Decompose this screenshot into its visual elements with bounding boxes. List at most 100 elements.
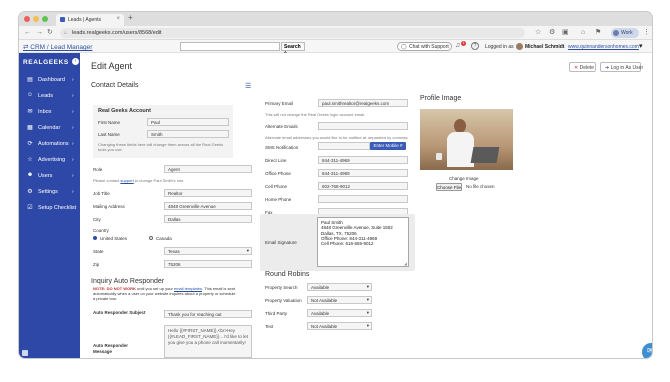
new-tab-icon[interactable]: + xyxy=(128,13,133,22)
third-party-select[interactable]: Available ▾ xyxy=(307,309,372,317)
country-radio-canada[interactable] xyxy=(149,236,153,240)
close-window-dot[interactable] xyxy=(24,16,30,22)
forward-icon[interactable]: → xyxy=(36,29,43,37)
sidebar-item-setup-checklist[interactable]: ☑ Setup Checklist xyxy=(26,204,80,214)
country-radio-united-states[interactable] xyxy=(93,236,97,240)
bookmark-star-icon[interactable]: ☆ xyxy=(535,29,541,37)
chat-bubble-button[interactable]: ✉ xyxy=(642,343,652,358)
zip-field[interactable]: 75206 xyxy=(164,260,252,268)
change-image-label: Change Image xyxy=(449,176,479,181)
notification-badge: 1 xyxy=(461,41,466,46)
cell-phone-label: Cell Phone xyxy=(265,184,288,189)
sidebar-item-leads[interactable]: ☺ Leads › xyxy=(26,92,80,102)
state-select[interactable]: Texas ▾ xyxy=(164,247,252,255)
mailing-address-field[interactable]: 4848 Greenville Avenue xyxy=(164,202,252,210)
choose-file-button[interactable]: Choose File xyxy=(436,183,462,191)
close-tab-icon[interactable]: × xyxy=(116,16,120,22)
chevron-right-icon: › xyxy=(72,109,74,115)
search-button[interactable]: Search ⌕ xyxy=(281,42,305,56)
notification-bell-icon[interactable]: ♫ xyxy=(455,42,460,49)
url-field[interactable]: ⌂ leads.realgeeks.com/users/8568/edit xyxy=(60,28,525,38)
profile-icon[interactable]: ⚑ xyxy=(595,29,601,37)
sidebar-item-calendar[interactable]: ▦ Calendar › xyxy=(26,124,80,134)
round-robin-value: Not Available xyxy=(311,324,338,329)
chevron-down-icon: ▾ xyxy=(366,284,369,289)
minimize-window-dot[interactable] xyxy=(33,16,39,22)
delete-button[interactable]: ✕ Delete xyxy=(569,62,596,72)
role-field[interactable]: Agent xyxy=(164,165,252,173)
chevron-down-icon: ▾ xyxy=(246,248,249,253)
sidebar-item-settings[interactable]: ⚙ Settings › xyxy=(26,188,80,198)
calendar-icon: ▦ xyxy=(27,125,33,131)
city-field[interactable]: Dallas xyxy=(164,215,252,223)
user-name[interactable]: Michael Schmidt xyxy=(525,44,564,50)
maximize-window-dot[interactable] xyxy=(42,16,48,22)
text-select[interactable]: Not Available ▾ xyxy=(307,322,372,330)
chevron-right-icon: › xyxy=(72,77,74,83)
caret-down-icon[interactable]: ▾ xyxy=(639,42,643,50)
auto-responder-subject-field[interactable]: Thank you for reaching out xyxy=(164,310,252,318)
sidebar-item-label: Inbox xyxy=(38,109,52,115)
automation-icon: ⟳ xyxy=(27,141,33,147)
resize-handle-icon[interactable]: ◢ xyxy=(404,261,407,266)
crm-lead-manager-link[interactable]: ⇄ CRM / Lead Manager xyxy=(23,43,92,51)
sidebar-item-users[interactable]: ☻ Users › xyxy=(26,172,80,182)
back-icon[interactable]: ← xyxy=(24,29,31,37)
realgeeks-logo[interactable]: REALGEEKS xyxy=(23,59,69,66)
auto-responder-message-field[interactable]: Hello {{#FIRST_NAME}},<br>Hey {{#LEAD_FI… xyxy=(164,325,252,358)
office-phone-field[interactable]: 844-311-4969 xyxy=(318,169,408,177)
sms-notification-field[interactable] xyxy=(318,142,370,150)
sidebar-item-advertising[interactable]: ☆ Advertising › xyxy=(26,156,80,166)
work-profile-button[interactable]: Work xyxy=(611,28,639,38)
first-name-field[interactable]: Paul xyxy=(147,118,229,126)
mailing-address-label: Mailing Address xyxy=(93,204,125,209)
help-icon[interactable]: ? xyxy=(471,42,479,50)
extensions-puzzle-icon[interactable]: ▣ xyxy=(562,29,569,37)
cell-phone-field[interactable]: 602-768-9012 xyxy=(318,182,408,190)
primary-email-field[interactable]: paul.smithrealtor@realgeeks.com xyxy=(318,99,408,107)
collapse-sidebar-icon[interactable]: ‹ xyxy=(72,58,79,65)
browser-tab[interactable]: Leads | Agents × xyxy=(56,14,124,26)
email-signature-field[interactable]: Paul Smith 4848 Greenville Avenue, Suite… xyxy=(317,217,409,267)
enter-mobile-button[interactable]: Enter Mobile # xyxy=(370,142,406,150)
more-menu-icon[interactable]: ⋮ xyxy=(643,29,650,37)
chat-with-support-button[interactable]: ◯ Chat with Support xyxy=(397,42,452,51)
property-search-select[interactable]: Available ▾ xyxy=(307,283,372,291)
alternate-emails-hint: Alternate email addresses you would like… xyxy=(265,135,409,140)
role-hint-pre: Please contact xyxy=(93,178,120,183)
sidebar-footer-icon[interactable] xyxy=(22,350,28,356)
zip-label: Zip xyxy=(93,262,100,267)
delete-button-label: Delete xyxy=(579,65,595,71)
last-name-field[interactable]: Smith xyxy=(147,130,229,138)
home-phone-field[interactable] xyxy=(318,195,408,203)
website-link[interactable]: www.quinnandersonhomes.com xyxy=(568,44,639,50)
primary-email-hint: This will not change the Real Geeks logi… xyxy=(265,112,366,117)
sidebar-item-label: Calendar xyxy=(38,125,61,131)
gear-icon: ⚙ xyxy=(27,189,33,195)
role-hint-post: to change Paul Smith's role. xyxy=(134,178,185,183)
tab-title: Leads | Agents xyxy=(68,17,101,23)
extension-icon[interactable]: ⚙ xyxy=(549,29,555,37)
alternate-emails-label: Alternate Emails xyxy=(265,124,298,129)
chevron-down-icon: ▾ xyxy=(366,297,369,302)
sidebar-item-inbox[interactable]: ✉ Inbox › xyxy=(26,108,80,118)
address-bar-row: ← → ↻ ⌂ leads.realgeeks.com/users/8568/e… xyxy=(19,26,652,40)
search-input[interactable] xyxy=(180,42,280,51)
list-icon[interactable]: ☰ xyxy=(245,82,251,90)
user-avatar[interactable] xyxy=(516,43,523,50)
inquiry-note: NOTE: DO NOT WORK until you set up your … xyxy=(93,286,238,301)
sidebar-item-dashboard[interactable]: ▤ Dashboard › xyxy=(26,76,80,86)
job-title-field[interactable]: Realtor xyxy=(164,189,252,197)
account-hint: Changing these fields here will change t… xyxy=(98,142,224,152)
sidebar-item-automations[interactable]: ⟳ Automations › xyxy=(26,140,80,150)
support-link[interactable]: support xyxy=(120,178,133,183)
alternate-emails-field[interactable] xyxy=(318,122,408,130)
users-icon: ☻ xyxy=(26,172,34,178)
cast-icon[interactable]: ⌂ xyxy=(581,29,585,37)
log-in-as-user-button[interactable]: ➜ Log in As User xyxy=(600,62,643,72)
reload-icon[interactable]: ↻ xyxy=(47,29,53,37)
property-valuation-select[interactable]: Not Available ▾ xyxy=(307,296,372,304)
direct-line-field[interactable]: 844-311-4969 xyxy=(318,156,408,164)
profile-image-heading: Profile Image xyxy=(420,95,462,102)
chat-button-label: Chat with Support xyxy=(409,44,449,50)
